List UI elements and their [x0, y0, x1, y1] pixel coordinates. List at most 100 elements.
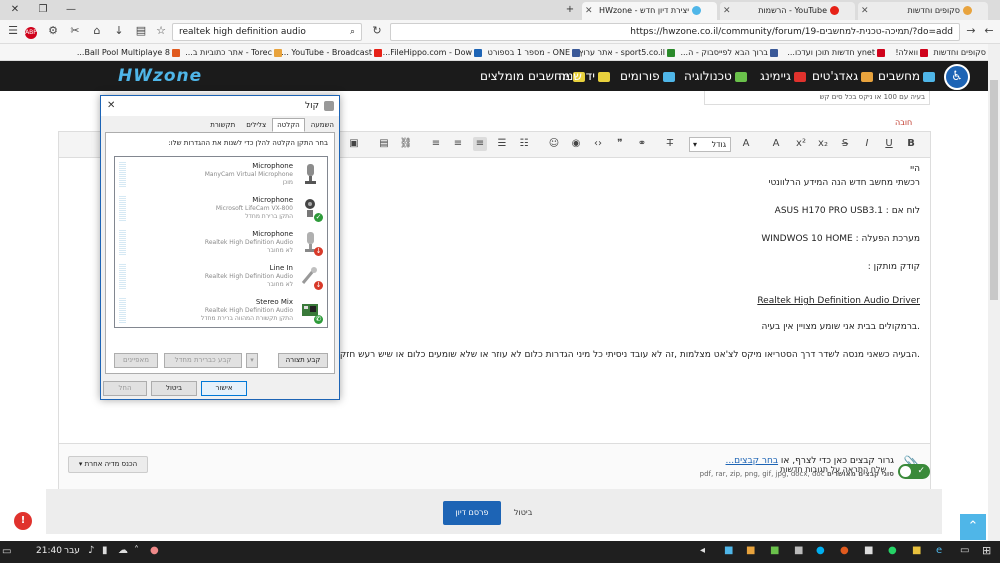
bookmark-item[interactable]: ynet חדשות תוכן ועדכו... — [787, 44, 885, 60]
nav-forums[interactable]: פורומים — [620, 61, 675, 91]
bookmark-item[interactable]: FileHippo.com - Dow... — [383, 44, 482, 60]
set-default-dropdown[interactable]: ▾ — [246, 353, 258, 368]
bookmark-star-icon[interactable]: ☆ — [152, 22, 170, 40]
edge-icon[interactable]: e — [936, 545, 942, 556]
close-tab-icon[interactable]: ✕ — [723, 2, 731, 20]
tab-playback[interactable]: השמעה — [306, 118, 339, 132]
taskbar-app-icon[interactable]: ■ — [746, 545, 755, 556]
notification-badge[interactable]: ! — [14, 512, 32, 530]
properties-button[interactable]: מאפיינים — [114, 353, 158, 368]
url-input[interactable]: https://hwzone.co.il/community/forum/19-… — [390, 23, 960, 41]
nav-technology[interactable]: טכנולוגיה — [684, 61, 747, 91]
text-color-icon[interactable]: A — [769, 137, 783, 151]
back-icon[interactable]: ← — [980, 22, 998, 40]
minimize-window-icon[interactable]: — — [56, 0, 86, 20]
maximize-window-icon[interactable]: ❐ — [28, 0, 58, 20]
link-broken-icon[interactable]: ⛓ — [399, 137, 413, 151]
file-explorer-icon[interactable]: ■ — [912, 545, 921, 556]
onedrive-icon[interactable]: ☁ — [118, 545, 128, 556]
firefox-icon[interactable]: ● — [840, 545, 849, 556]
bookmark-item[interactable]: סקופים וחדשות — [933, 44, 996, 60]
network-icon[interactable]: ▮ — [102, 545, 108, 556]
bookmark-item[interactable]: וואלה! — [895, 44, 928, 60]
tab-recording[interactable]: הקלטה — [272, 118, 305, 132]
taskbar-app-icon[interactable]: ■ — [864, 545, 873, 556]
device-item[interactable]: Microphone Realtek High Definition Audio… — [115, 227, 327, 259]
new-tab-button[interactable]: + — [555, 0, 585, 20]
paste-icon[interactable]: ▤ — [377, 137, 391, 151]
tray-arrow-icon[interactable]: ˄ — [134, 545, 139, 556]
download-icon[interactable]: ↓ — [110, 22, 128, 40]
numbered-list-icon[interactable]: ☷ — [517, 137, 531, 151]
image-icon[interactable]: ▣ — [347, 137, 361, 151]
link-icon[interactable]: ⚭ — [635, 137, 649, 151]
underline-icon[interactable]: U — [882, 137, 896, 151]
notify-toggle[interactable]: ✓ — [898, 464, 930, 479]
accessibility-icon[interactable]: ♿ — [944, 64, 970, 90]
start-windows-icon[interactable]: ⊞ — [982, 544, 991, 557]
choose-files-link[interactable]: בחר קבצים... — [726, 456, 779, 466]
close-tab-icon[interactable]: ✕ — [585, 2, 593, 20]
volume-icon[interactable]: ♪ — [88, 545, 94, 556]
recording-device-list[interactable]: Microphone ManyCam Virtual Microphone מו… — [114, 156, 328, 328]
insert-media-button[interactable]: הכנס מדיה אחרת ▾ — [68, 456, 148, 473]
task-view-icon[interactable]: ▭ — [960, 545, 969, 556]
emoji-icon[interactable]: ☺ — [547, 137, 561, 151]
subscript-icon[interactable]: x₂ — [816, 137, 830, 151]
whatsapp-icon[interactable]: ● — [888, 545, 897, 556]
align-center-icon[interactable]: ≡ — [451, 137, 465, 151]
tab-create-topic[interactable]: יצירת דיון חדש - HWzone ✕ — [582, 2, 717, 20]
forward-icon[interactable]: → — [962, 22, 980, 40]
taskbar-app-icon[interactable]: ■ — [794, 545, 803, 556]
spoiler-eye-icon[interactable]: ◉ — [569, 137, 583, 151]
strikethrough-icon[interactable]: S̶ — [838, 137, 852, 151]
configure-button[interactable]: קבע תצורה — [278, 353, 328, 368]
search-input[interactable]: ⌕ realtek high definition audio — [172, 23, 362, 41]
device-item[interactable]: Microphone Microsoft LifeCam VX-800 התקן… — [115, 193, 327, 225]
italic-icon[interactable]: I — [860, 137, 874, 151]
font-size-select[interactable]: גודל ▾ — [689, 137, 731, 152]
language-indicator[interactable]: עבר — [64, 546, 80, 556]
clipboard-icon[interactable]: ▤ — [132, 22, 150, 40]
taskbar-clock[interactable]: 21:40 — [36, 546, 62, 556]
bookmark-item[interactable]: sport5.co.il - אתר ערוץ... — [571, 44, 675, 60]
quote-icon[interactable]: ❞ — [613, 137, 627, 151]
close-window-icon[interactable]: ✕ — [0, 0, 30, 20]
ok-button[interactable]: אישור — [201, 381, 247, 396]
bold-icon[interactable]: B — [904, 137, 918, 151]
settings-icon[interactable]: ⚙ — [44, 22, 62, 40]
device-item[interactable]: Line In Realtek High Definition Audio לא… — [115, 261, 327, 293]
close-icon[interactable]: ✕ — [107, 96, 115, 116]
site-logo[interactable]: HWzone — [118, 66, 202, 86]
reload-icon[interactable]: ↻ — [368, 22, 386, 40]
notifications-icon[interactable]: ▭ — [2, 546, 11, 557]
scroll-to-top-button[interactable]: ⌃ — [960, 514, 986, 540]
set-default-button[interactable]: קבע כברירת מחדל — [164, 353, 242, 368]
taskbar-app-icon[interactable]: ■ — [724, 545, 733, 556]
tray-app-icon[interactable]: ● — [150, 545, 159, 556]
screenshot-icon[interactable]: ✂ — [66, 22, 84, 40]
taskbar-app-icon[interactable]: ■ — [770, 545, 779, 556]
nav-gaming[interactable]: גיימינג — [760, 61, 806, 91]
tab-scoops[interactable]: סקופים וחדשות ✕ — [858, 2, 988, 20]
code-icon[interactable]: ‹› — [591, 137, 605, 151]
dialog-cancel-button[interactable]: ביטול — [151, 381, 197, 396]
tab-communications[interactable]: תקשורת — [205, 118, 240, 132]
bookmark-item[interactable]: ברוך הבא לפייסבוק - ה... — [680, 44, 778, 60]
apply-button[interactable]: החל — [103, 381, 147, 396]
device-item[interactable]: Stereo Mix Realtek High Definition Audio… — [115, 295, 327, 327]
nav-second-hand[interactable]: יד שניה — [558, 61, 610, 91]
clear-format-icon[interactable]: T̶ — [663, 137, 677, 151]
skype-icon[interactable]: ● — [816, 545, 825, 556]
align-right-icon[interactable]: ≡ — [473, 137, 487, 151]
bookmark-item[interactable]: Torec - אתר כתוביות ב... — [185, 44, 282, 60]
bookmark-item[interactable]: ONE - מספר 1 בספורט — [488, 44, 580, 60]
tab-sounds[interactable]: צלילים — [241, 118, 271, 132]
device-item[interactable]: Microphone ManyCam Virtual Microphone מו… — [115, 159, 327, 191]
tab-youtube[interactable]: YouTube - הרשמות ✕ — [720, 2, 855, 20]
taskbar-app-icon[interactable]: ◂ — [700, 545, 705, 556]
cancel-link[interactable]: ביטול — [514, 501, 532, 525]
publish-topic-button[interactable]: פרסם דיון — [443, 501, 501, 525]
home-icon[interactable]: ⌂ — [88, 22, 106, 40]
bookmark-item[interactable]: YouTube - Broadcast ... — [281, 44, 382, 60]
